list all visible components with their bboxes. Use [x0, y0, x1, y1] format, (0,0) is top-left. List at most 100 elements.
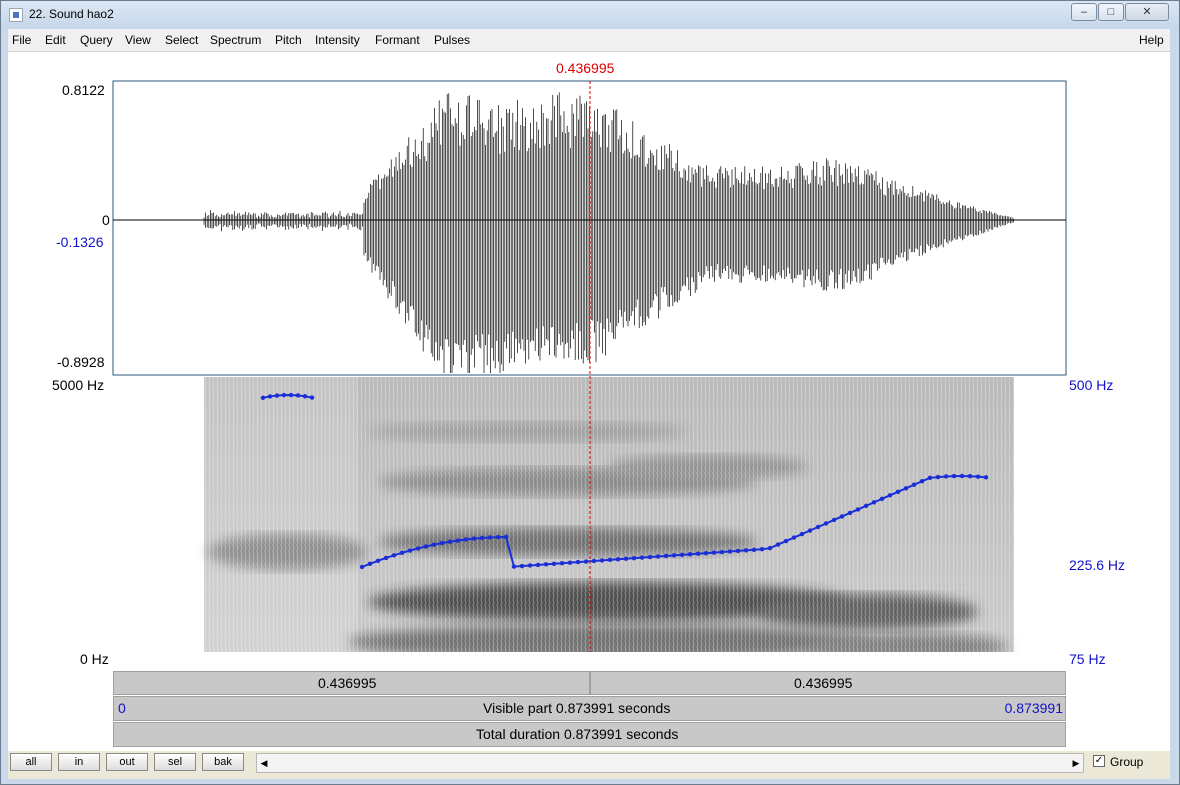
maximize-button[interactable]: □	[1098, 3, 1124, 21]
scroll-left-arrow-icon[interactable]: ◀	[257, 754, 271, 772]
pitch-point	[680, 553, 684, 557]
menu-intensity[interactable]: Intensity	[315, 33, 360, 47]
pitch-point	[552, 562, 556, 566]
menu-view[interactable]: View	[125, 33, 151, 47]
menu-spectrum[interactable]: Spectrum	[210, 33, 261, 47]
pitch-point	[408, 548, 412, 552]
pitch-point	[584, 559, 588, 563]
pitch-point	[544, 562, 548, 566]
pitch-point	[600, 558, 604, 562]
pitch-point	[384, 556, 388, 560]
pitch-point	[528, 563, 532, 567]
pitch-point	[784, 539, 788, 543]
window-title: 22. Sound hao2	[29, 7, 114, 21]
menu-help[interactable]: Help	[1139, 33, 1164, 47]
pitch-point	[496, 535, 500, 539]
menu-file[interactable]: File	[12, 33, 31, 47]
pitch-point	[872, 500, 876, 504]
menu-query[interactable]: Query	[80, 33, 113, 47]
pitch-point	[472, 536, 476, 540]
pitch-point	[512, 564, 516, 568]
pitch-point	[520, 564, 524, 568]
bottom-toolbar: all in out sel bak ◀ ▶ ✓ Group	[8, 751, 1170, 779]
praat-sound-window: 22. Sound hao2 – □ ✕ File Edit Query Vie…	[0, 0, 1180, 785]
pitch-point	[688, 552, 692, 556]
pitch-point	[808, 528, 812, 532]
pitch-point	[984, 475, 988, 479]
zoom-all-button[interactable]: all	[10, 753, 52, 771]
segment-bar-right[interactable]: 0.436995	[590, 671, 1066, 695]
pitch-point	[920, 479, 924, 483]
pitch-point	[824, 521, 828, 525]
pitch-point	[648, 555, 652, 559]
pitch-point	[456, 538, 460, 542]
zoom-back-button[interactable]: bak	[202, 753, 244, 771]
pitch-point	[424, 544, 428, 548]
pitch-point	[432, 543, 436, 547]
pitch-point	[416, 546, 420, 550]
pitch-point	[712, 550, 716, 554]
pitch-point	[936, 475, 940, 479]
menu-edit[interactable]: Edit	[45, 33, 66, 47]
pitch-point	[632, 556, 636, 560]
close-button[interactable]: ✕	[1125, 3, 1169, 21]
zoom-selection-button[interactable]: sel	[154, 753, 196, 771]
menu-pitch[interactable]: Pitch	[275, 33, 302, 47]
pitch-min-label: 75 Hz	[1069, 651, 1106, 667]
pitch-point	[792, 535, 796, 539]
time-scrollbar[interactable]: ◀ ▶	[256, 753, 1084, 773]
total-duration-bar[interactable]: Total duration 0.873991 seconds	[113, 722, 1066, 747]
pitch-point	[360, 565, 364, 569]
zoom-in-button[interactable]: in	[58, 753, 100, 771]
pitch-point	[560, 561, 564, 565]
pitch-point	[960, 474, 964, 478]
pitch-point	[448, 540, 452, 544]
minimize-button[interactable]: –	[1071, 3, 1097, 21]
pitch-point	[488, 535, 492, 539]
pitch-point	[776, 542, 780, 546]
visible-start-label: 0	[118, 700, 126, 716]
menu-bar: File Edit Query View Select Spectrum Pit…	[8, 29, 1170, 52]
pitch-point	[736, 549, 740, 553]
pitch-point	[640, 555, 644, 559]
pitch-point	[696, 552, 700, 556]
pitch-point	[928, 476, 932, 480]
pitch-point	[576, 560, 580, 564]
pitch-point	[880, 497, 884, 501]
pitch-point	[376, 559, 380, 563]
segment-left-label: 0.436995	[318, 675, 376, 691]
scroll-right-arrow-icon[interactable]: ▶	[1069, 754, 1083, 772]
menu-pulses[interactable]: Pulses	[434, 33, 470, 47]
pitch-point	[624, 557, 628, 561]
segment-bar-left[interactable]: 0.436995	[113, 671, 590, 695]
pitch-point	[720, 550, 724, 554]
pitch-point	[760, 547, 764, 551]
pitch-point	[400, 551, 404, 555]
sound-editor-canvas[interactable]: 0.436995 0.8122 0 -0.1326 -0.8928 5000 H…	[8, 52, 1170, 774]
zoom-out-button[interactable]: out	[106, 753, 148, 771]
pitch-point	[888, 493, 892, 497]
pitch-point	[592, 559, 596, 563]
pitch-point	[664, 554, 668, 558]
pitch-point	[912, 483, 916, 487]
pitch-point	[752, 548, 756, 552]
pitch-point	[568, 560, 572, 564]
visible-part-bar[interactable]: 0 Visible part 0.873991 seconds 0.873991	[113, 696, 1066, 721]
group-checkbox[interactable]: ✓	[1093, 755, 1105, 767]
pitch-point	[856, 507, 860, 511]
app-icon	[9, 8, 23, 22]
group-label: Group	[1110, 755, 1143, 769]
title-bar[interactable]: 22. Sound hao2 – □ ✕	[1, 1, 1179, 29]
pitch-point	[976, 474, 980, 478]
pitch-point	[848, 511, 852, 515]
spectrogram-image	[204, 377, 1014, 652]
pitch-point	[464, 537, 468, 541]
pitch-point	[952, 474, 956, 478]
pitch-point	[440, 541, 444, 545]
menu-select[interactable]: Select	[165, 33, 198, 47]
segment-right-label: 0.436995	[794, 675, 852, 691]
menu-formant[interactable]: Formant	[375, 33, 420, 47]
spectrogram-min-freq-label: 0 Hz	[80, 651, 109, 667]
pitch-point	[608, 558, 612, 562]
signal-display[interactable]	[8, 52, 1170, 652]
